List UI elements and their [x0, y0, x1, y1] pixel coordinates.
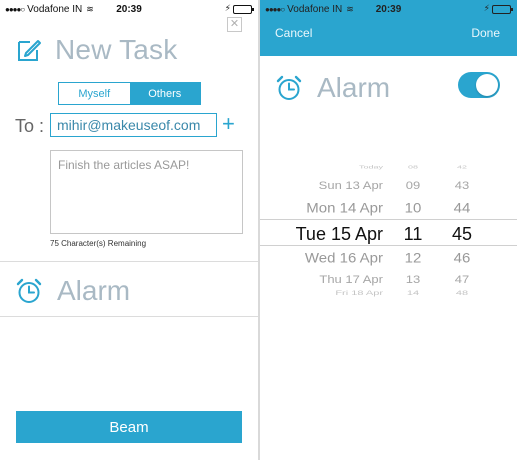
picker-minute: 45: [451, 224, 473, 244]
picker-date: Wed 16 Apr: [304, 250, 383, 267]
status-bar: ●●●●○ Vodafone IN ≋ 20:39 ⚡: [260, 0, 517, 18]
picker-minute: 44: [453, 200, 471, 217]
segment-myself[interactable]: Myself: [59, 83, 130, 104]
charging-icon: ⚡: [483, 3, 490, 13]
alarm-toggle-switch[interactable]: [458, 72, 500, 98]
edit-icon: [18, 40, 41, 61]
charging-icon: ⚡: [224, 3, 231, 13]
characters-remaining-label: 75 Character(s) Remaining: [50, 239, 147, 248]
picker-date: Sun 13 Apr: [318, 179, 383, 192]
picker-date: Today: [358, 164, 383, 170]
done-button[interactable]: Done: [471, 26, 500, 40]
new-task-screen: ●●●●○ Vodafone IN ≋ 20:39 ⚡ ✕ New Task M…: [0, 0, 258, 460]
picker-minute: 47: [454, 273, 470, 286]
recipient-segmented-control: Myself Others: [58, 82, 201, 105]
beam-button[interactable]: Beam: [16, 411, 242, 443]
signal-strength-icon: ●●●●○: [265, 4, 285, 14]
picker-hour: 14: [406, 290, 420, 297]
picker-hour: 10: [404, 200, 422, 217]
picker-minute: 48: [455, 290, 469, 297]
section-divider: [0, 316, 258, 317]
carrier-label: Vodafone IN: [27, 3, 83, 15]
picker-hour: 08: [407, 164, 418, 170]
page-title: New Task: [55, 34, 178, 65]
picker-hour: 09: [405, 179, 421, 192]
signal-strength-icon: ●●●●○: [5, 4, 25, 14]
battery-icon: [233, 5, 254, 14]
picker-hour: 11: [403, 224, 423, 244]
segment-others[interactable]: Others: [129, 83, 200, 104]
battery-icon: [492, 5, 513, 14]
page-title-row: New Task: [15, 34, 177, 66]
wifi-icon: ≋: [346, 3, 354, 14]
to-label: To :: [15, 116, 45, 136]
recipient-email-field[interactable]: mihir@makeuseof.com: [50, 113, 217, 137]
add-recipient-button[interactable]: +: [222, 113, 235, 135]
picker-hour: 12: [404, 250, 422, 267]
close-icon[interactable]: ✕: [227, 17, 242, 32]
wifi-icon: ≋: [86, 3, 94, 14]
toggle-knob: [476, 74, 498, 96]
carrier-label: Vodafone IN: [287, 3, 343, 15]
picker-date: Tue 15 Apr: [295, 224, 383, 244]
picker-date: Mon 14 Apr: [306, 200, 383, 217]
picker-minute: 46: [453, 250, 471, 267]
picker-minute: 43: [454, 179, 470, 192]
alarm-row: Alarm: [275, 72, 390, 104]
alarm-clock-icon: [16, 278, 42, 303]
alarm-label: Alarm: [317, 72, 391, 103]
cancel-button[interactable]: Cancel: [275, 26, 312, 40]
picker-date: Fri 18 Apr: [335, 290, 383, 297]
picker-date: Thu 17 Apr: [319, 273, 383, 286]
alarm-clock-icon: [276, 75, 302, 100]
picker-minute: 42: [456, 164, 467, 170]
alarm-label: Alarm: [57, 275, 131, 306]
date-time-picker[interactable]: Today 08 42 Sun 13 Apr 09 43 Mon 14 Apr 10 44 Tue…: [260, 160, 517, 305]
picker-hour: 13: [405, 273, 421, 286]
section-divider: [0, 261, 258, 262]
status-bar: ●●●●○ Vodafone IN ≋ 20:39 ⚡: [0, 0, 258, 18]
alarm-picker-screen: ●●●●○ Vodafone IN ≋ 20:39 ⚡ Cancel Done …: [260, 0, 517, 460]
alarm-row[interactable]: Alarm: [15, 275, 130, 307]
task-message-textarea[interactable]: Finish the articles ASAP!: [50, 150, 243, 234]
